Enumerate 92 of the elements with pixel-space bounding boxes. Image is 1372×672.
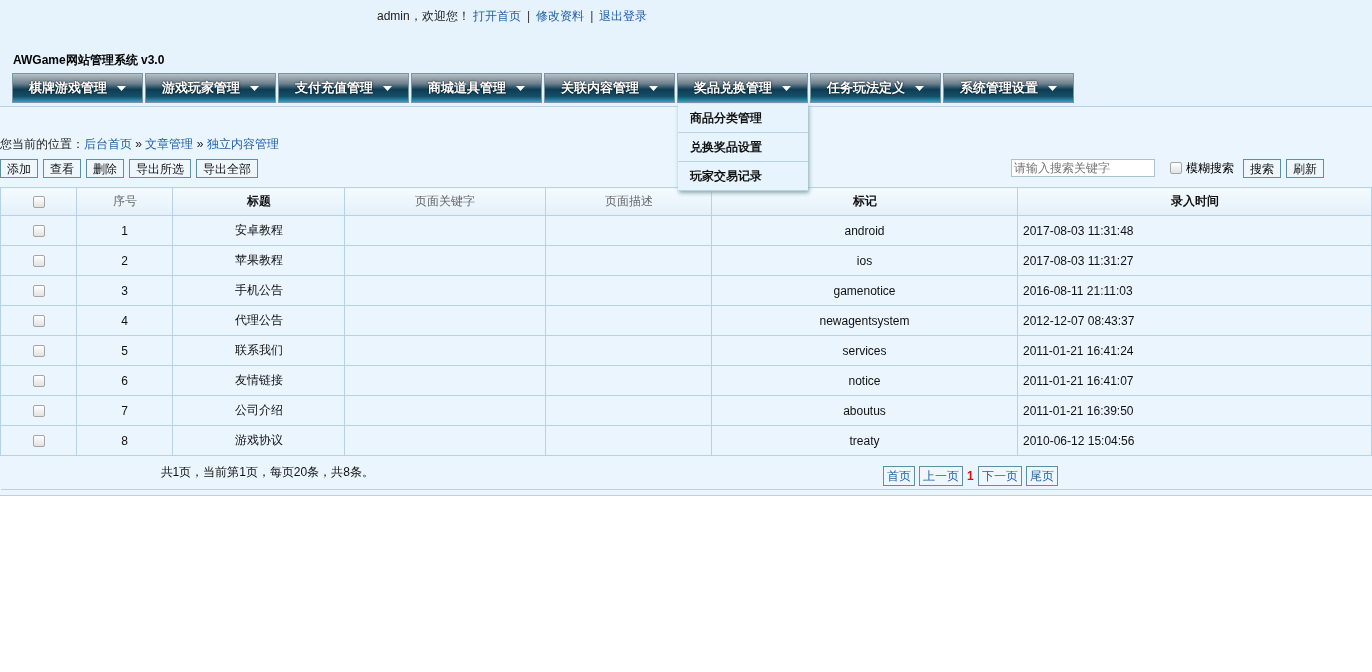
current-page: 1	[967, 469, 974, 483]
table-cell: newagentsystem	[819, 313, 910, 328]
table-cell: 4	[121, 313, 128, 328]
link-separator: |	[527, 9, 531, 23]
toolbar-button[interactable]: 删除	[86, 158, 124, 178]
menu-tab[interactable]: 奖品兑换管理	[677, 73, 808, 103]
table-cell: 2011-01-21 16:41:24	[1023, 343, 1134, 358]
menu-tab[interactable]: 商城道具管理	[411, 73, 542, 103]
menu-tab[interactable]: 任务玩法定义	[810, 73, 941, 103]
table-cell: notice	[848, 373, 881, 388]
dropdown-caret-icon	[782, 85, 791, 91]
table-cell: 联系我们	[234, 343, 283, 357]
column-header: 页面描述	[545, 187, 712, 216]
dropdown-caret-icon	[516, 85, 525, 91]
breadcrumb-separator: »	[134, 137, 143, 151]
location-label: 您当前的位置：	[0, 137, 84, 151]
top-link[interactable]: 退出登录	[599, 9, 648, 23]
table-cell: treaty	[849, 433, 880, 448]
dropdown-caret-icon	[250, 85, 259, 91]
table-cell: 苹果教程	[234, 253, 283, 267]
page-button[interactable]: 下一页	[977, 466, 1022, 486]
dropdown-caret-icon	[1048, 85, 1057, 91]
page-button[interactable]: 上一页	[919, 466, 963, 486]
checkbox[interactable]	[32, 255, 45, 268]
checkbox[interactable]	[32, 285, 45, 298]
menu-tab[interactable]: 关联内容管理	[544, 73, 675, 103]
table-cell: 游戏协议	[234, 433, 283, 447]
toolbar-button[interactable]: 刷新	[1286, 158, 1324, 178]
checkbox[interactable]	[32, 435, 45, 448]
column-header: 序号	[76, 187, 173, 216]
checkbox[interactable]	[32, 375, 45, 388]
toolbar-button[interactable]: 查看	[43, 158, 81, 178]
table-cell: 2017-08-03 11:31:27	[1023, 253, 1134, 268]
toolbar-button[interactable]: 导出全部	[196, 158, 258, 178]
table-cell: 2011-01-21 16:39:50	[1023, 403, 1134, 418]
breadcrumb-separator: »	[195, 137, 205, 151]
table-cell: 代理公告	[234, 313, 283, 327]
breadcrumb-link[interactable]: 文章管理	[145, 137, 194, 151]
breadcrumb-link[interactable]: 后台首页	[84, 137, 132, 151]
checkbox[interactable]	[32, 225, 45, 238]
table-cell: 2016-08-11 21:11:03	[1023, 283, 1133, 298]
checkbox[interactable]	[32, 405, 45, 418]
table-cell: 2	[121, 253, 128, 268]
table-cell: 手机公告	[234, 283, 283, 297]
table-cell: aboutus	[843, 403, 886, 418]
column-header: 标题	[172, 187, 345, 216]
table-cell: 7	[121, 403, 128, 418]
menu-tab[interactable]: 游戏玩家管理	[145, 73, 276, 103]
menu-tab[interactable]: 支付充值管理	[278, 73, 409, 103]
top-link[interactable]: 修改资料	[536, 9, 585, 23]
column-header: 页面关键字	[344, 187, 546, 216]
table-cell: 2010-06-12 15:04:56	[1023, 433, 1135, 448]
table-cell: android	[844, 223, 885, 238]
link-separator: |	[590, 9, 594, 23]
dropdown-caret-icon	[383, 85, 392, 91]
toolbar-button[interactable]: 导出所选	[129, 158, 191, 178]
dropdown-caret-icon	[117, 85, 126, 91]
breadcrumb-link[interactable]: 独立内容管理	[206, 137, 279, 151]
table-cell: 2017-08-03 11:31:48	[1023, 223, 1134, 238]
page-button[interactable]: 尾页	[1025, 466, 1058, 486]
table-cell: 6	[121, 373, 128, 388]
dropdown-caret-icon	[649, 85, 658, 91]
top-link[interactable]: 打开首页	[473, 9, 522, 23]
table-cell: services	[842, 343, 887, 358]
table-cell: 1	[121, 223, 128, 238]
pagination-summary: 共1页，当前第1页，每页20条，共8条。	[160, 465, 374, 479]
checkbox[interactable]	[32, 196, 45, 209]
page-button[interactable]: 首页	[883, 466, 915, 486]
table-cell: 8	[121, 433, 128, 448]
toolbar-button[interactable]: 搜索	[1243, 158, 1281, 178]
table-cell: ios	[856, 253, 873, 268]
toolbar-button[interactable]: 添加	[0, 158, 38, 178]
table-cell: 5	[121, 343, 128, 358]
table-cell: 2012-12-07 08:43:37	[1023, 313, 1135, 328]
dropdown-caret-icon	[915, 85, 924, 91]
menu-tab[interactable]: 棋牌游戏管理	[12, 73, 143, 103]
checkbox[interactable]	[32, 315, 45, 328]
table-cell: 公司介绍	[234, 403, 283, 417]
table-cell: 安卓教程	[234, 223, 283, 237]
table-cell: 3	[121, 283, 128, 298]
menu-tab[interactable]: 系统管理设置	[943, 73, 1074, 103]
search-field[interactable]: 请输入搜索关键字	[1011, 159, 1155, 177]
table-cell: 2011-01-21 16:41:07	[1023, 373, 1134, 388]
checkbox-label: 模糊搜索	[1186, 159, 1234, 177]
checkbox[interactable]	[32, 345, 45, 358]
table-cell: gamenotice	[833, 283, 896, 298]
greeting-text: admin，欢迎您！	[377, 9, 471, 23]
table-cell: 友情链接	[234, 373, 283, 387]
column-header: 标记	[711, 187, 1018, 216]
checkbox[interactable]	[1170, 162, 1182, 174]
column-header: 录入时间	[1017, 187, 1372, 216]
site-title: AWGame网站管理系统 v3.0	[13, 52, 166, 66]
